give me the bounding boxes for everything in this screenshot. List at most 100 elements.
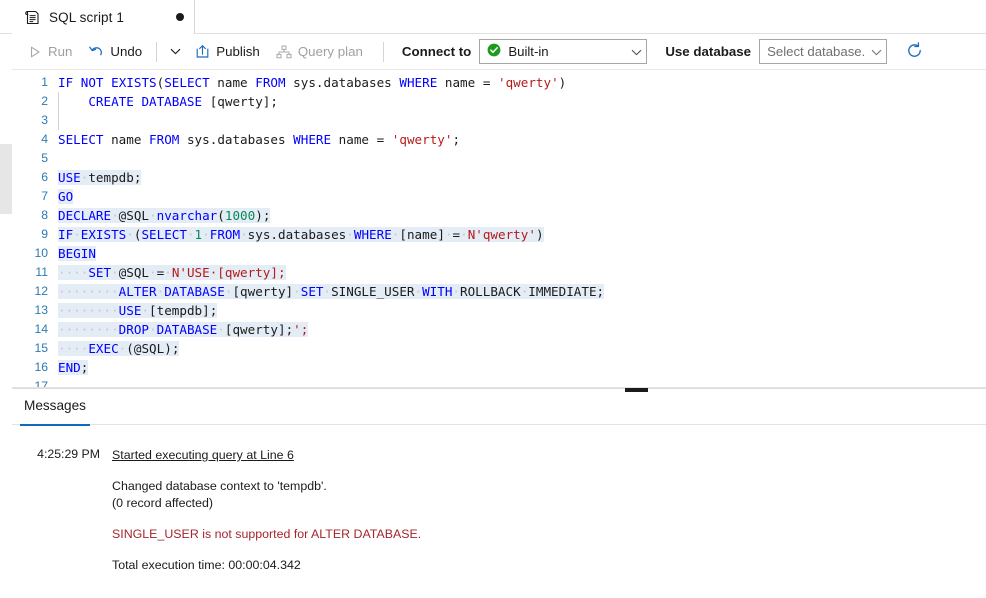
query-plan-label: Query plan	[297, 44, 363, 59]
code-line-text[interactable]: GO	[58, 187, 986, 206]
query-plan-button[interactable]: Query plan	[268, 38, 371, 66]
splitter-line	[12, 388, 986, 389]
code-line[interactable]: 15 ····EXEC·(@SQL);	[12, 339, 986, 358]
line-number: 7	[41, 189, 48, 203]
code-line-text[interactable]: END;	[58, 358, 986, 377]
undo-button[interactable]: Undo	[80, 38, 150, 66]
code-line[interactable]: 14 ········DROP·DATABASE·[qwerty];';	[12, 320, 986, 339]
line-number: 11	[35, 265, 48, 279]
toolbar-divider-1	[156, 41, 158, 62]
use-database-dropdown[interactable]: Select database...	[759, 39, 888, 64]
query-plan-hierarchy-icon	[276, 45, 292, 59]
line-number: 3	[41, 113, 48, 127]
message-row-error: SINGLE_USER is not supported for ALTER D…	[12, 526, 986, 543]
message-total-time: Total execution time: 00:00:04.342	[112, 558, 301, 572]
run-label: Run	[48, 44, 73, 59]
use-database-label: Use database	[665, 44, 752, 59]
splitter-grip-handle[interactable]	[625, 388, 648, 392]
scrollbar-thumb[interactable]	[0, 144, 12, 214]
code-line[interactable]: 13 ········USE·[tempdb];	[12, 301, 986, 320]
code-line[interactable]: 8 DECLARE·@SQL·nvarchar(1000);	[12, 206, 986, 225]
line-number: 6	[41, 170, 48, 184]
code-line[interactable]: 6 USE·tempdb;	[12, 168, 986, 187]
unsaved-dot-icon	[176, 13, 184, 21]
code-line[interactable]: 2 CREATE DATABASE [qwerty];	[12, 92, 986, 111]
code-line-text[interactable]: BEGIN	[58, 244, 986, 263]
code-line[interactable]: 10 BEGIN	[12, 244, 986, 263]
code-line[interactable]: 7 GO	[12, 187, 986, 206]
message-timestamp: 4:25:29 PM	[37, 447, 100, 461]
code-line-text[interactable]: IF NOT EXISTS(SELECT name FROM sys.datab…	[58, 73, 986, 92]
tab-label: SQL script 1	[49, 9, 124, 25]
line-number: 16	[34, 360, 48, 374]
publish-upload-icon	[195, 44, 210, 59]
line-number: 5	[41, 151, 48, 165]
sql-script-editor-window: SQL script 1 Run Undo Publish Query plan…	[0, 0, 986, 598]
code-line[interactable]: 3	[12, 111, 986, 130]
connect-to-chevron-down-icon	[631, 44, 642, 59]
run-button[interactable]: Run	[20, 38, 80, 66]
undo-label: Undo	[110, 44, 143, 59]
play-icon	[28, 45, 42, 59]
message-row-total: Total execution time: 00:00:04.342	[12, 557, 986, 574]
code-line-text[interactable]: ········USE·[tempdb];	[58, 301, 986, 320]
code-line-text[interactable]: ····SET·@SQL·=·N'USE·[qwerty];	[58, 263, 986, 282]
messages-output: 4:25:29 PM Started executing query at Li…	[12, 425, 986, 574]
connected-check-icon	[487, 43, 501, 60]
connect-to-label: Connect to	[401, 44, 472, 59]
refresh-button[interactable]	[901, 39, 927, 65]
line-number: 1	[41, 75, 48, 89]
sql-code-editor[interactable]: 1 IF NOT EXISTS(SELECT name FROM sys.data…	[12, 70, 986, 388]
code-line-text[interactable]	[58, 111, 986, 130]
message-spacer-1	[12, 466, 986, 478]
line-number: 4	[41, 132, 48, 146]
use-database-chevron-down-icon	[871, 44, 882, 59]
undo-more-chevron-down-icon[interactable]	[163, 38, 187, 66]
code-line[interactable]: 1 IF NOT EXISTS(SELECT name FROM sys.data…	[12, 73, 986, 92]
code-line-text[interactable]: IF·EXISTS·(SELECT·1·FROM·sys.databases·W…	[58, 225, 986, 244]
refresh-icon	[905, 41, 924, 63]
line-number: 8	[41, 208, 48, 222]
undo-arrow-icon	[88, 44, 104, 59]
code-line[interactable]: 4 SELECT name FROM sys.databases WHERE na…	[12, 130, 986, 149]
code-line[interactable]: 16 END;	[12, 358, 986, 377]
code-line[interactable]: 5	[12, 149, 986, 168]
line-number: 15	[34, 341, 48, 355]
editor-vertical-scrollbar[interactable]	[0, 34, 12, 598]
publish-button[interactable]: Publish	[187, 38, 268, 66]
line-number: 9	[41, 227, 48, 241]
message-records-affected: (0 record affected)	[112, 496, 214, 510]
code-line-text[interactable]: ········ALTER·DATABASE·[qwerty]·SET·SING…	[58, 282, 986, 301]
line-number: 17	[34, 379, 48, 388]
started-executing-link[interactable]: Started executing query at Line 6	[112, 448, 294, 462]
code-line-text[interactable]: CREATE DATABASE [qwerty];	[58, 92, 986, 111]
code-line-text[interactable]: SELECT name FROM sys.databases WHERE nam…	[58, 130, 986, 149]
message-spacer-3	[12, 545, 986, 557]
connect-to-value: Built-in	[508, 44, 549, 59]
toolbar-divider-2	[382, 41, 384, 62]
line-number: 2	[41, 94, 48, 108]
code-line[interactable]: 11 ····SET·@SQL·=·N'USE·[qwerty];	[12, 263, 986, 282]
code-line[interactable]: 9 IF·EXISTS·(SELECT·1·FROM·sys.databases·…	[12, 225, 986, 244]
code-line-text[interactable]	[58, 377, 986, 387]
message-row-started: 4:25:29 PM Started executing query at Li…	[12, 447, 986, 464]
results-tab-strip: Messages	[12, 394, 986, 426]
code-line[interactable]: 17	[12, 377, 986, 388]
line-number: 10	[34, 246, 48, 260]
code-lines-container[interactable]: 1 IF NOT EXISTS(SELECT name FROM sys.data…	[12, 70, 986, 388]
message-error-text: SINGLE_USER is not supported for ALTER D…	[112, 527, 422, 541]
code-line-text[interactable]: USE·tempdb;	[58, 168, 986, 187]
use-database-value: Select database...	[767, 44, 865, 59]
code-line-text[interactable]: ····EXEC·(@SQL);	[58, 339, 986, 358]
tab-messages-label: Messages	[24, 398, 86, 413]
code-line-text[interactable]: DECLARE·@SQL·nvarchar(1000);	[58, 206, 986, 225]
line-number: 14	[34, 322, 48, 336]
publish-label: Publish	[216, 44, 260, 59]
message-row-context: Changed database context to 'tempdb'. (0…	[12, 478, 986, 512]
tab-sql-script-1[interactable]: SQL script 1	[12, 0, 195, 34]
connect-to-dropdown[interactable]: Built-in	[479, 39, 648, 64]
tab-messages[interactable]: Messages	[12, 394, 98, 426]
code-line-text[interactable]	[58, 149, 986, 168]
code-line-text[interactable]: ········DROP·DATABASE·[qwerty];';	[58, 320, 986, 339]
code-line[interactable]: 12 ········ALTER·DATABASE·[qwerty]·SET·SI…	[12, 282, 986, 301]
